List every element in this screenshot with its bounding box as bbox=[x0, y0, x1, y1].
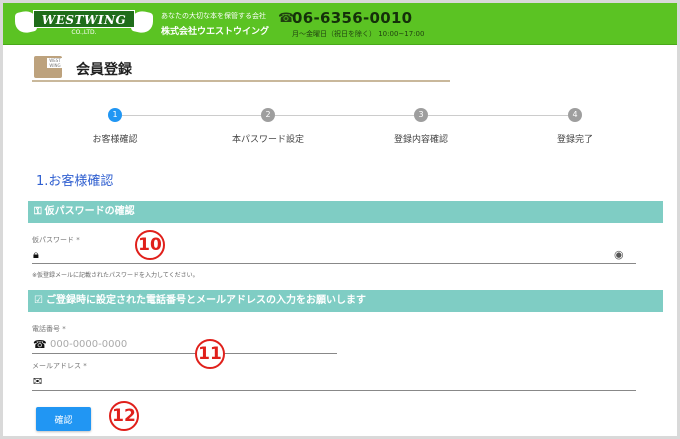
page-title: 会員登録 bbox=[76, 62, 132, 78]
header-phone: 06-6356-0010 bbox=[292, 9, 413, 27]
key-icon: ⚿ bbox=[34, 206, 42, 217]
eye-icon[interactable]: ◉ bbox=[614, 248, 624, 261]
step-3-label: 登録内容確認 bbox=[393, 135, 448, 145]
contact-section-title: ご登録時に設定された電話番号とメールアドレスの入力をお願いします bbox=[45, 295, 366, 306]
company-name: 株式会社ウエストウイング bbox=[161, 27, 270, 37]
step-2-dot: 2 bbox=[261, 108, 275, 122]
temp-password-input[interactable] bbox=[32, 246, 636, 264]
westwing-logo[interactable]: WESTWING CO.,LTD. bbox=[15, 7, 153, 39]
step-1-dot: 1 bbox=[108, 108, 122, 122]
step-2-label: 本パスワード設定 bbox=[231, 135, 304, 145]
phone-input[interactable] bbox=[32, 336, 337, 354]
title-divider bbox=[32, 80, 450, 82]
logo-text: WESTWING bbox=[33, 10, 135, 28]
stepper-line bbox=[428, 115, 568, 116]
checkbox-icon: ☑ bbox=[34, 295, 43, 306]
stepper-line bbox=[122, 115, 261, 116]
password-section-bar: ⚿ 仮パスワードの確認 bbox=[28, 201, 663, 223]
logo-sub: CO.,LTD. bbox=[71, 29, 97, 36]
business-hours: 月～金曜日（祝日を除く） 10:00~17:00 bbox=[292, 30, 425, 38]
stepper-line bbox=[275, 115, 414, 116]
contact-section-bar: ☑ ご登録時に設定された電話番号とメールアドレスの入力をお願いします bbox=[28, 290, 663, 312]
marker-10: 10 bbox=[135, 230, 165, 260]
step-4-dot: 4 bbox=[568, 108, 582, 122]
email-input[interactable] bbox=[32, 373, 636, 391]
step-4-label: 登録完了 bbox=[556, 135, 593, 145]
temp-password-label: 仮パスワード * bbox=[32, 236, 80, 244]
email-label: メールアドレス * bbox=[32, 362, 87, 370]
confirm-button[interactable]: 確認 bbox=[36, 407, 91, 431]
step-3-dot: 3 bbox=[414, 108, 428, 122]
password-helper-text: ※仮登録メールに記載されたパスワードを入力してください。 bbox=[32, 272, 199, 279]
site-header: WESTWING CO.,LTD. あなたの大切な本を保管する会社 株式会社ウエ… bbox=[3, 3, 677, 45]
marker-11: 11 bbox=[195, 339, 225, 369]
tagline: あなたの大切な本を保管する会社 bbox=[161, 12, 266, 20]
marker-12: 12 bbox=[109, 401, 139, 431]
section-heading: 1.お客様確認 bbox=[36, 174, 114, 189]
step-1-label: お客様確認 bbox=[92, 135, 138, 145]
phone-label: 電話番号 * bbox=[32, 325, 66, 333]
password-section-title: 仮パスワードの確認 bbox=[44, 206, 135, 217]
truck-icon-tag: WEST WING bbox=[47, 58, 63, 68]
